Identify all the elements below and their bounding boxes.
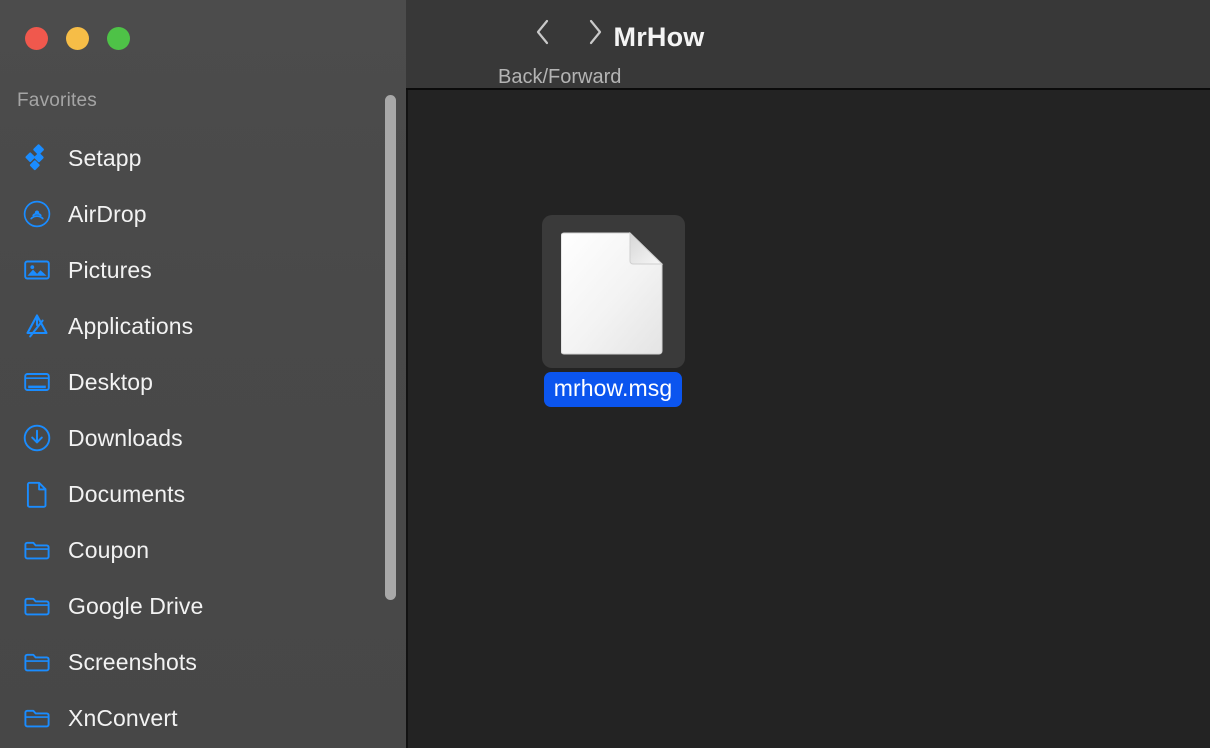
pictures-icon — [22, 255, 52, 285]
desktop-icon — [22, 367, 52, 397]
sidebar: Favorites Setapp AirDrop Pictures Applic… — [0, 0, 406, 748]
sidebar-item-label: Pictures — [68, 256, 152, 283]
sidebar-item-setapp[interactable]: Setapp — [0, 134, 390, 182]
sidebar-item-label: XnConvert — [68, 704, 178, 731]
list-item[interactable]: mrhow.msg — [538, 215, 688, 407]
setapp-icon — [22, 143, 52, 173]
folder-icon — [22, 535, 52, 565]
downloads-icon — [22, 423, 52, 453]
traffic-light-controls — [25, 27, 130, 50]
sidebar-item-screenshots[interactable]: Screenshots — [0, 638, 390, 686]
file-icon-selection[interactable] — [541, 215, 685, 368]
airdrop-icon — [22, 199, 52, 229]
sidebar-item-label: Google Drive — [68, 592, 204, 619]
sidebar-item-pictures[interactable]: Pictures — [0, 246, 390, 294]
sidebar-item-label: Desktop — [68, 368, 154, 395]
sidebar-item-label: AirDrop — [68, 200, 147, 227]
sidebar-scrollbar[interactable] — [385, 95, 396, 600]
close-button[interactable] — [25, 27, 48, 50]
sidebar-item-label: Applications — [68, 312, 194, 339]
folder-icon — [22, 591, 52, 621]
sidebar-item-xnconvert[interactable]: XnConvert — [0, 694, 390, 742]
file-browser-content[interactable]: mrhow.msg — [406, 90, 1210, 748]
finder-window: Favorites Setapp AirDrop Pictures Applic… — [0, 0, 1210, 748]
sidebar-item-coupon[interactable]: Coupon — [0, 526, 390, 574]
sidebar-item-applications[interactable]: Applications — [0, 302, 390, 350]
navigation-caption: Back/Forward — [498, 66, 622, 88]
generic-document-icon — [561, 228, 665, 356]
minimize-button[interactable] — [66, 27, 89, 50]
sidebar-item-label: Setapp — [68, 144, 142, 171]
folder-icon — [22, 703, 52, 733]
folder-icon — [22, 647, 52, 677]
sidebar-item-desktop[interactable]: Desktop — [0, 358, 390, 406]
zoom-button[interactable] — [107, 27, 130, 50]
applications-icon — [22, 311, 52, 341]
sidebar-item-label: Documents — [68, 480, 186, 507]
sidebar-item-google-drive[interactable]: Google Drive — [0, 582, 390, 630]
sidebar-scroll-area: Favorites Setapp AirDrop Pictures Applic… — [0, 90, 406, 748]
documents-icon — [22, 479, 52, 509]
sidebar-item-label: Downloads — [68, 424, 183, 451]
sidebar-item-label: Screenshots — [68, 648, 197, 675]
sidebar-item-airdrop[interactable]: AirDrop — [0, 190, 390, 238]
file-name-label[interactable]: mrhow.msg — [543, 372, 683, 407]
sidebar-item-downloads[interactable]: Downloads — [0, 414, 390, 462]
sidebar-section-favorites: Favorites — [17, 90, 97, 111]
sidebar-item-label: Coupon — [68, 536, 150, 563]
sidebar-item-documents[interactable]: Documents — [0, 470, 390, 518]
page-title: MrHow — [613, 22, 705, 52]
toolbar: Back/Forward MrHow — [406, 0, 1210, 90]
